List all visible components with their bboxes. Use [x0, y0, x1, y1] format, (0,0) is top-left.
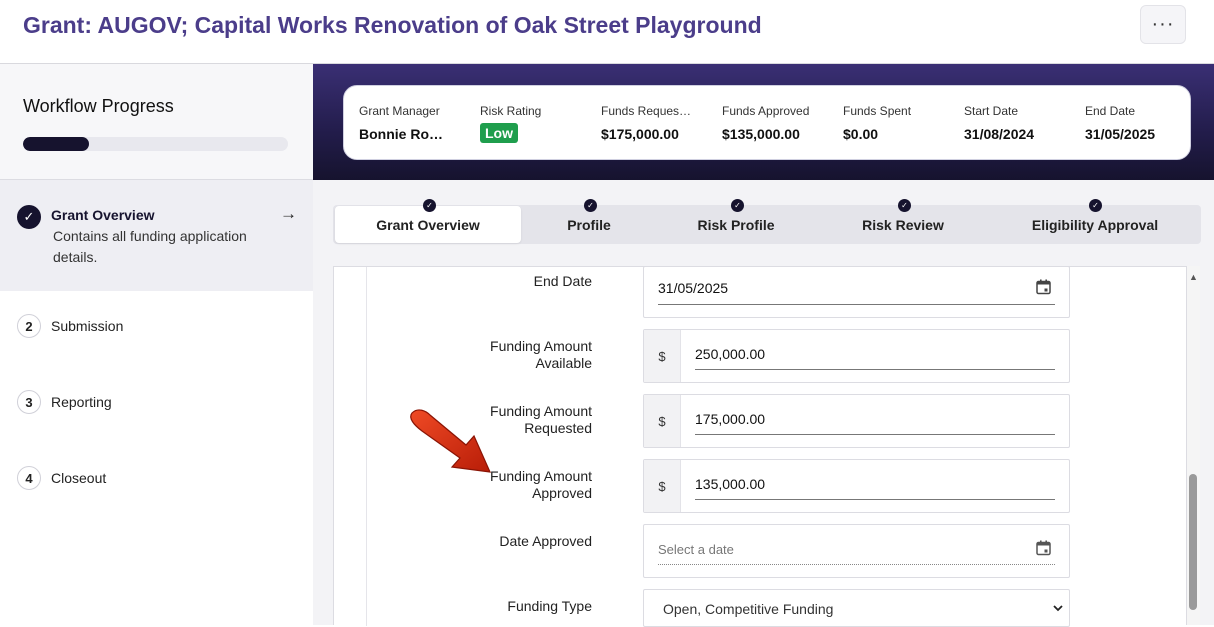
- tab-check-icon: ✓: [731, 199, 744, 212]
- step-label: Submission: [51, 318, 124, 334]
- summary-label: Funds Spent: [843, 104, 912, 118]
- annotation-arrow-icon: [410, 409, 491, 473]
- scroll-thumb[interactable]: [1189, 474, 1197, 610]
- grant-summary-card: Grant Manager Bonnie Ro… Risk Rating Low…: [343, 85, 1191, 160]
- funding-approved-field[interactable]: $ 135,000.00: [643, 459, 1070, 513]
- field-underline: [695, 499, 1055, 500]
- end-date-field[interactable]: 31/05/2025: [643, 266, 1070, 318]
- section-tabs: Grant Overview Profile Risk Profile Risk…: [333, 205, 1201, 244]
- field-underline: [695, 434, 1055, 435]
- step-grant-overview[interactable]: ✓ Grant Overview Contains all funding ap…: [0, 180, 313, 291]
- summary-end-date: End Date 31/05/2025: [1085, 104, 1155, 142]
- form-scrollbar[interactable]: ▲: [1187, 266, 1200, 625]
- summary-label: Risk Rating: [480, 104, 542, 118]
- tab-check-icon: ✓: [584, 199, 597, 212]
- calendar-icon[interactable]: [1036, 540, 1051, 556]
- currency-prefix: $: [644, 395, 681, 447]
- step-number-badge: 2: [17, 314, 41, 338]
- currency-prefix: $: [644, 330, 681, 382]
- workflow-progress-panel: Workflow Progress: [0, 64, 313, 180]
- workflow-progress-fill: [23, 137, 90, 151]
- more-options-button[interactable]: ···: [1140, 5, 1186, 44]
- summary-funds-approved: Funds Approved $135,000.00: [722, 104, 809, 142]
- summary-label: Funds Approved: [722, 104, 810, 118]
- chevron-down-icon: [1053, 605, 1063, 612]
- end-date-value: 31/05/2025: [658, 280, 729, 296]
- step-number-badge: 4: [17, 466, 41, 490]
- step-label: Reporting: [51, 394, 112, 410]
- field-underline: [658, 564, 1055, 565]
- summary-value: $135,000.00: [722, 126, 800, 142]
- label-line: Approved: [532, 485, 592, 501]
- funding-type-value: Open, Competitive Funding: [663, 601, 834, 617]
- funding-available-value: 250,000.00: [695, 346, 766, 362]
- date-approved-placeholder: Select a date: [658, 542, 734, 557]
- field-underline: [695, 369, 1055, 370]
- calendar-icon[interactable]: [1036, 279, 1051, 295]
- tab-check-icon: ✓: [1089, 199, 1102, 212]
- field-underline: [658, 304, 1055, 305]
- summary-risk-rating: Risk Rating Low: [480, 104, 541, 143]
- divider: [366, 267, 367, 626]
- funding-requested-value: 175,000.00: [695, 411, 766, 427]
- summary-value: Bonnie Ro…: [359, 126, 443, 142]
- funding-requested-field[interactable]: $ 175,000.00: [643, 394, 1070, 448]
- step-check-icon: ✓: [17, 205, 41, 229]
- step-label: Closeout: [51, 470, 107, 486]
- grant-summary-banner: Grant Manager Bonnie Ro… Risk Rating Low…: [313, 64, 1214, 180]
- step-label: Grant Overview: [51, 207, 155, 223]
- date-approved-label: Date Approved: [499, 533, 592, 549]
- funding-approved-value: 135,000.00: [695, 476, 766, 492]
- summary-grant-manager: Grant Manager Bonnie Ro…: [359, 104, 443, 142]
- summary-value: 31/05/2025: [1085, 126, 1156, 142]
- summary-value: $0.00: [843, 126, 879, 142]
- funding-available-label: Funding Amount Available: [422, 338, 592, 372]
- main-content: Grant Overview Profile Risk Profile Risk…: [313, 180, 1214, 627]
- label-line: Funding Amount: [490, 338, 592, 354]
- tab-check-icon: ✓: [898, 199, 911, 212]
- scroll-up-icon[interactable]: ▲: [1189, 272, 1198, 282]
- workflow-steps: ✓ Grant Overview Contains all funding ap…: [0, 180, 313, 625]
- workflow-progress-title: Workflow Progress: [23, 96, 174, 116]
- sidebar: Workflow Progress ✓ Grant Overview Conta…: [0, 64, 313, 625]
- label-line: Available: [535, 355, 592, 371]
- summary-label: Grant Manager: [359, 104, 440, 118]
- step-closeout[interactable]: 4 Closeout: [0, 454, 313, 494]
- currency-prefix: $: [644, 460, 681, 512]
- summary-start-date: Start Date 31/08/2024: [964, 104, 1034, 142]
- summary-label: Start Date: [964, 104, 1019, 118]
- step-number-badge: 3: [17, 390, 41, 414]
- step-description: Contains all funding application details…: [53, 228, 247, 265]
- step-submission[interactable]: 2 Submission: [0, 302, 313, 342]
- funding-available-field[interactable]: $ 250,000.00: [643, 329, 1070, 383]
- summary-label: Funds Reques…: [601, 104, 692, 118]
- funding-type-select[interactable]: Open, Competitive Funding: [643, 589, 1070, 627]
- date-approved-field[interactable]: Select a date: [643, 524, 1070, 578]
- funding-type-label: Funding Type: [507, 598, 592, 614]
- risk-rating-badge: Low: [480, 123, 518, 143]
- step-reporting[interactable]: 3 Reporting: [0, 378, 313, 418]
- summary-funds-requested: Funds Reques… $175,000.00: [601, 104, 691, 142]
- page-title: Grant: AUGOV; Capital Works Renovation o…: [23, 12, 762, 38]
- summary-value: 31/08/2024: [964, 126, 1035, 142]
- workflow-progress-bar: [23, 137, 288, 151]
- arrow-right-icon[interactable]: →: [280, 204, 297, 224]
- tab-check-icon: ✓: [423, 199, 436, 212]
- summary-funds-spent: Funds Spent $0.00: [843, 104, 911, 142]
- end-date-label: End Date: [533, 273, 592, 289]
- page-header: Grant: AUGOV; Capital Works Renovation o…: [0, 0, 1214, 64]
- summary-value: $175,000.00: [601, 126, 679, 142]
- summary-label: End Date: [1085, 104, 1136, 118]
